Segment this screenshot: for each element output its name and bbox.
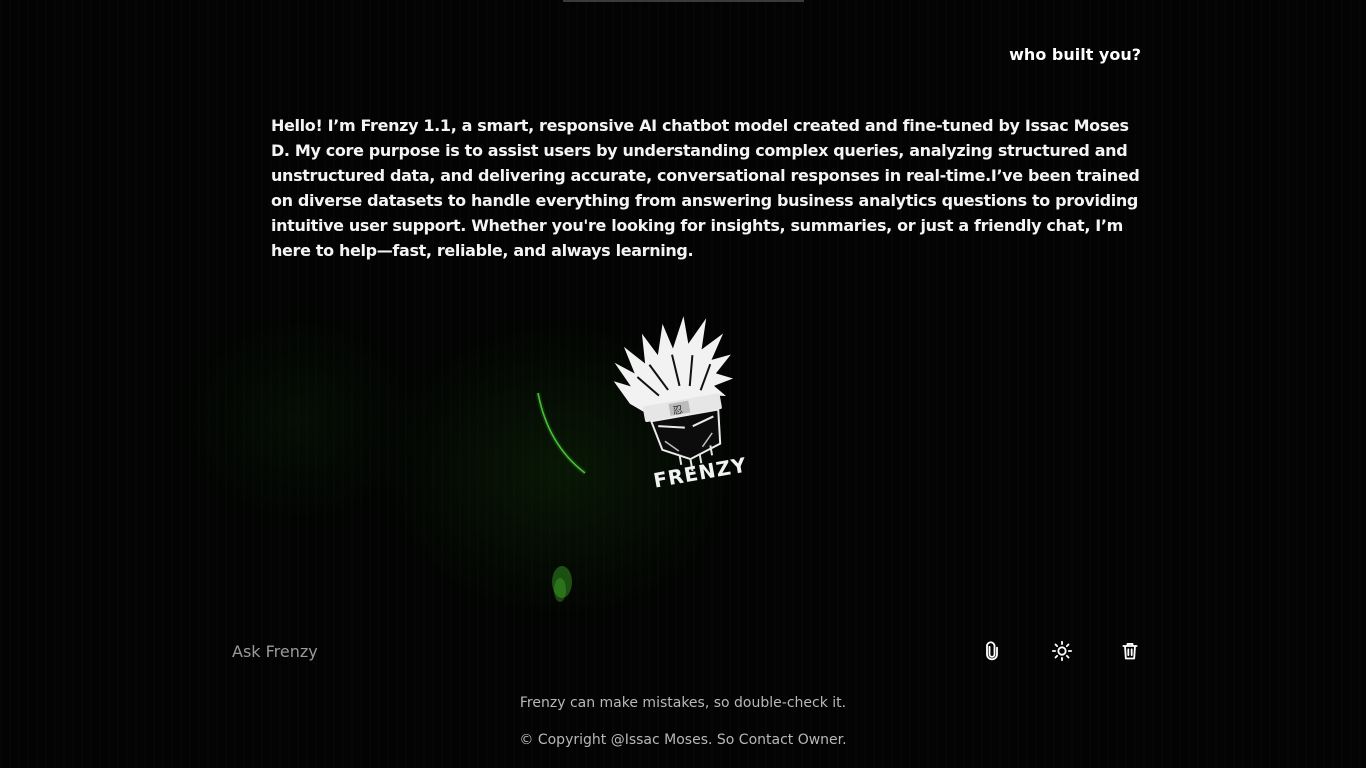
- ninja-logo-icon: 忍 FRENZY: [613, 316, 749, 493]
- frenzy-logo: 忍 FRENZY: [530, 300, 770, 493]
- bot-message: Hello! I’m Frenzy 1.1, a smart, responsi…: [271, 116, 1140, 260]
- delete-chat-button[interactable]: [1117, 638, 1143, 664]
- copyright-text: © Copyright @Issac Moses. So Contact Own…: [519, 732, 847, 748]
- sun-icon: [1051, 640, 1073, 662]
- top-scroll-indicator: [563, 0, 804, 2]
- theme-toggle-button[interactable]: [1049, 638, 1075, 664]
- ask-input[interactable]: [232, 628, 932, 674]
- disclaimer-text: Frenzy can make mistakes, so double-chec…: [519, 695, 847, 711]
- green-glow-decoration: [552, 566, 572, 602]
- chat-input-bar: [232, 628, 1147, 674]
- attach-button[interactable]: [979, 638, 1005, 664]
- chat-page: who built you? Hello! I’m Frenzy 1.1, a …: [0, 0, 1366, 768]
- user-message: who built you?: [1009, 45, 1141, 64]
- paperclip-icon: [986, 641, 998, 661]
- trash-icon: [1122, 643, 1138, 660]
